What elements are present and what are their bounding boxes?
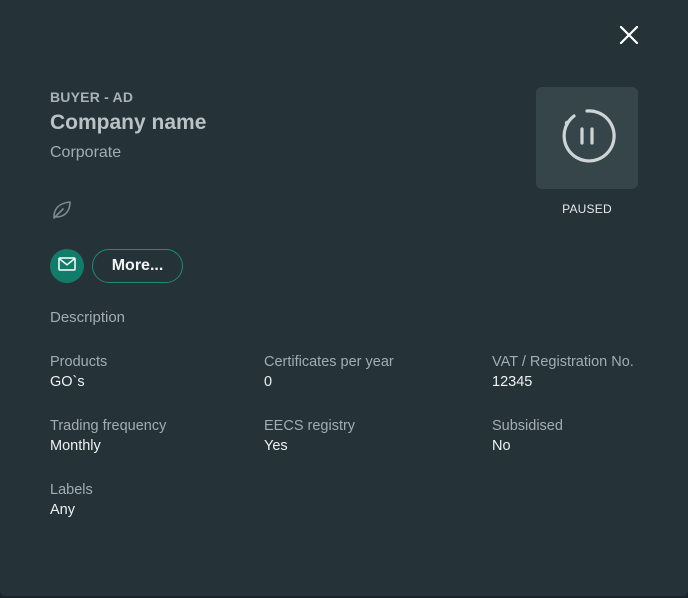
leaf-icon [50,198,74,222]
mail-button[interactable] [50,249,84,283]
field-value: Any [50,502,75,518]
status-label: PAUSED [562,202,612,216]
entity-type-label: BUYER - AD [50,89,134,105]
field-value: GO`s [50,374,85,390]
close-button[interactable] [614,22,644,52]
buyer-details-modal: BUYER - AD Company name Corporate PAUSED… [0,0,688,596]
more-button[interactable]: More... [92,249,183,283]
field-trading-frequency: Trading frequency Monthly [50,417,166,455]
field-label: EECS registry [264,418,356,434]
field-value: 12345 [492,374,533,390]
close-icon [619,25,639,50]
field-products: Products GO`s [50,353,107,391]
field-value: 0 [264,374,273,390]
field-label: Products [50,354,108,370]
field-value: Yes [264,438,288,454]
pause-circle-icon [558,107,616,170]
field-value: No [492,438,511,454]
company-type: Corporate [50,144,122,161]
field-certificates-per-year: Certificates per year 0 [264,353,394,391]
field-labels: Labels Any [50,481,93,519]
company-name: Company name [50,111,207,134]
field-label: Trading frequency [50,418,167,434]
field-label: VAT / Registration No. [492,354,634,370]
field-label: Certificates per year [264,354,394,370]
field-vat-registration: VAT / Registration No. 12345 [492,353,634,391]
mail-icon [58,256,76,276]
status-tile [536,87,638,189]
field-subsidised: Subsidised No [492,417,563,455]
field-eecs-registry: EECS registry Yes [264,417,355,455]
description-label: Description [50,309,126,326]
field-label: Subsidised [492,418,563,434]
field-value: Monthly [50,438,101,454]
field-label: Labels [50,482,93,498]
